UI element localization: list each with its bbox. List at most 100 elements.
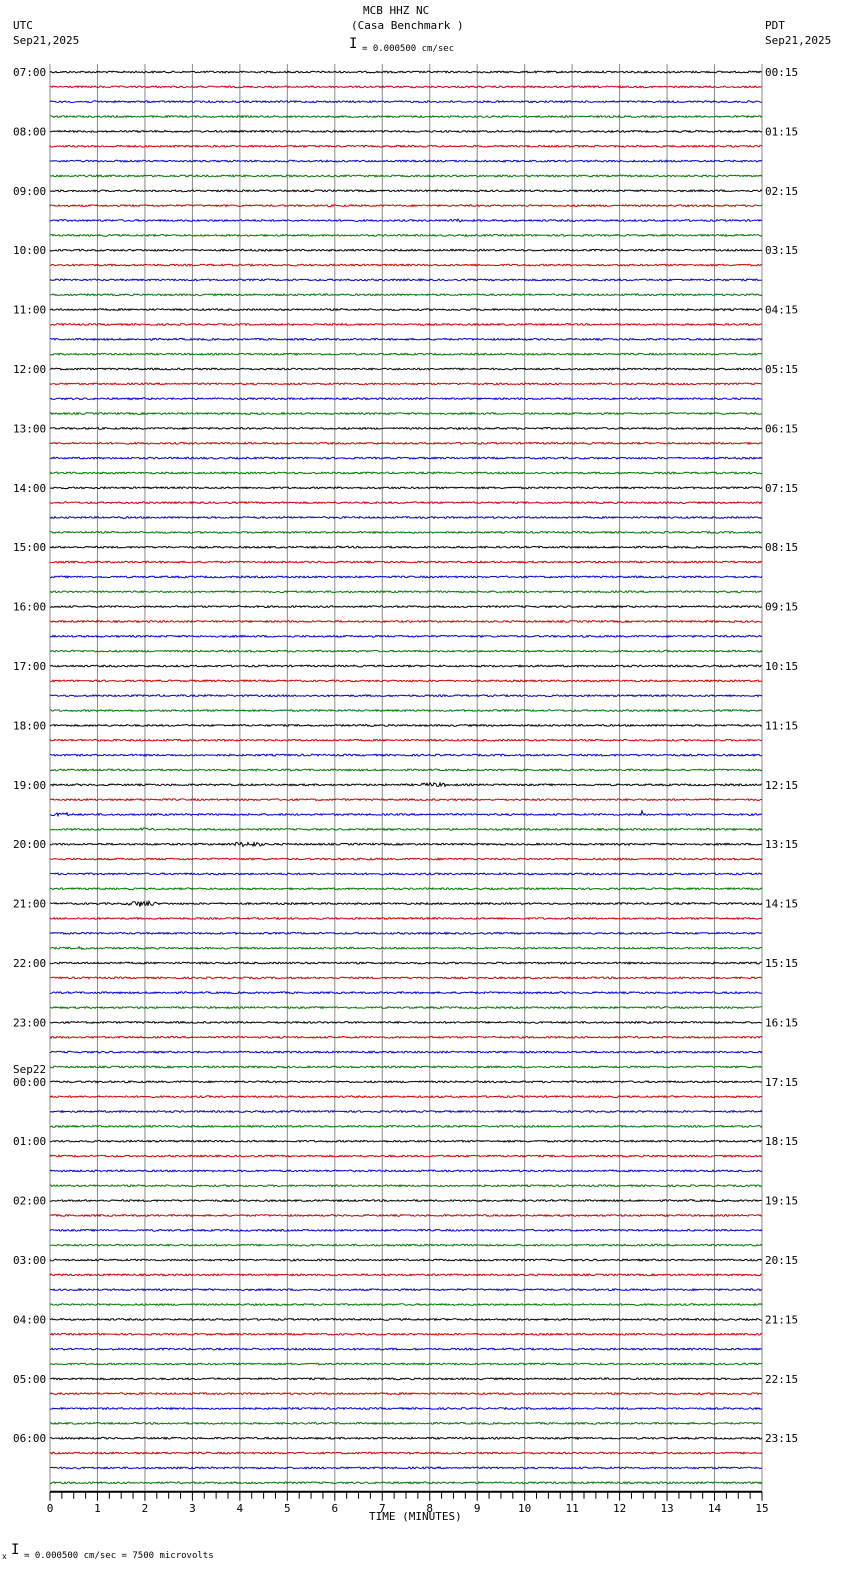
seismic-trace (50, 575, 763, 579)
seismic-trace (49, 456, 763, 460)
seismic-trace (49, 382, 762, 386)
seismic-trace (49, 1094, 763, 1099)
pdt-hour-label: 00:15 (765, 66, 798, 79)
seismic-trace (49, 1421, 763, 1426)
footer-scale-bar-icon: I (11, 1542, 20, 1558)
seismic-trace (49, 840, 763, 848)
seismic-trace (49, 530, 762, 535)
x-tick-label: 2 (142, 1502, 149, 1515)
utc-hour-label: 15:00 (13, 541, 46, 554)
seismic-trace (49, 85, 763, 89)
pdt-hour-label: 06:15 (765, 422, 798, 435)
seismic-trace (50, 292, 763, 297)
seismic-trace (49, 679, 763, 683)
seismic-trace (49, 1020, 763, 1025)
seismic-trace (49, 352, 763, 356)
seismic-trace (49, 797, 763, 802)
pdt-hour-label: 17:15 (765, 1076, 798, 1089)
x-tick-label: 12 (613, 1502, 626, 1515)
pdt-hour-label: 08:15 (765, 541, 798, 554)
x-tick-label: 5 (284, 1502, 291, 1515)
seismic-trace (49, 1436, 763, 1441)
utc-hour-label: 16:00 (13, 601, 46, 614)
x-tick-label: 6 (331, 1502, 338, 1515)
seismic-trace (49, 1451, 763, 1455)
seismic-trace (49, 426, 763, 431)
seismic-trace (49, 649, 763, 653)
seismic-trace (49, 1109, 763, 1114)
seismic-trace (49, 768, 763, 772)
seismic-trace (49, 278, 763, 282)
utc-hour-label: 00:00 (13, 1076, 46, 1089)
seismic-trace (49, 99, 763, 104)
seismic-trace (49, 1080, 763, 1084)
date-change-label: Sep22 (13, 1063, 46, 1076)
x-tick-label: 10 (518, 1502, 531, 1515)
seismic-trace (49, 872, 763, 876)
utc-hour-label: 03:00 (13, 1254, 46, 1267)
seismic-trace (49, 1139, 763, 1144)
footer-scale-label: = 0.000500 cm/sec = 7500 microvolts (24, 1551, 214, 1561)
seismic-trace (49, 486, 763, 490)
seismic-trace (49, 218, 763, 223)
seismic-trace (49, 827, 763, 832)
pdt-hour-label: 07:15 (765, 482, 798, 495)
seismic-trace (49, 1243, 763, 1247)
x-tick-label: 4 (237, 1502, 244, 1515)
x-tick-label: 14 (708, 1502, 722, 1515)
seismic-trace (49, 961, 763, 965)
pdt-hour-label: 16:15 (765, 1016, 798, 1029)
seismic-trace (49, 1287, 763, 1292)
helicorder-plot: 07:00 00:15 08:00 01:15 09:00 02:15 10:00 03:15… (13, 64, 798, 1515)
x-tick-label: 0 (47, 1502, 54, 1515)
seismic-trace (49, 1035, 763, 1039)
seismic-trace (49, 70, 763, 74)
seismic-trace (49, 515, 763, 520)
seismic-trace (49, 307, 763, 312)
seismic-trace (50, 1377, 763, 1381)
pdt-hour-label: 05:15 (765, 363, 798, 376)
x-tick-label: 13 (660, 1502, 673, 1515)
seismic-trace (49, 1005, 762, 1010)
x-axis-label: TIME (MINUTES) (369, 1510, 462, 1523)
seismic-trace (49, 233, 763, 238)
seismic-trace (49, 693, 763, 698)
pdt-hour-label: 18:15 (765, 1135, 798, 1148)
utc-hour-label: 07:00 (13, 66, 46, 79)
x-tick-label: 9 (474, 1502, 481, 1515)
seismic-trace (49, 396, 763, 401)
seismic-trace (49, 976, 763, 980)
seismic-trace (49, 114, 763, 119)
pdt-hour-label: 11:15 (765, 719, 798, 732)
seismic-trace (49, 1332, 763, 1337)
utc-hour-label: 06:00 (13, 1432, 46, 1445)
seismic-trace (49, 1228, 763, 1233)
seismic-trace (49, 337, 763, 342)
seismic-trace (49, 500, 763, 505)
seismic-trace (49, 1154, 763, 1158)
seismic-trace (50, 990, 763, 995)
seismic-trace (49, 263, 763, 267)
utc-hour-label: 18:00 (13, 719, 46, 732)
seismic-trace (49, 411, 763, 416)
seismic-trace (49, 545, 763, 550)
seismic-trace (49, 1302, 763, 1307)
utc-hour-label: 22:00 (13, 957, 46, 970)
seismic-trace (49, 945, 763, 951)
pdt-hour-label: 01:15 (765, 125, 798, 138)
seismic-trace (49, 1480, 763, 1485)
seismic-trace (49, 129, 763, 134)
seismic-trace (49, 634, 763, 639)
seismic-trace (49, 1347, 762, 1351)
utc-hour-label: 04:00 (13, 1313, 46, 1326)
seismic-trace (49, 723, 763, 728)
pdt-hour-label: 20:15 (765, 1254, 798, 1267)
seismic-trace (49, 1169, 763, 1173)
seismic-trace (49, 781, 763, 788)
seismic-trace (49, 159, 763, 163)
pdt-hour-label: 19:15 (765, 1195, 798, 1208)
seismic-trace (49, 1065, 763, 1069)
utc-hour-label: 11:00 (13, 304, 46, 317)
seismic-trace (49, 1198, 763, 1203)
pdt-hour-label: 04:15 (765, 304, 798, 317)
